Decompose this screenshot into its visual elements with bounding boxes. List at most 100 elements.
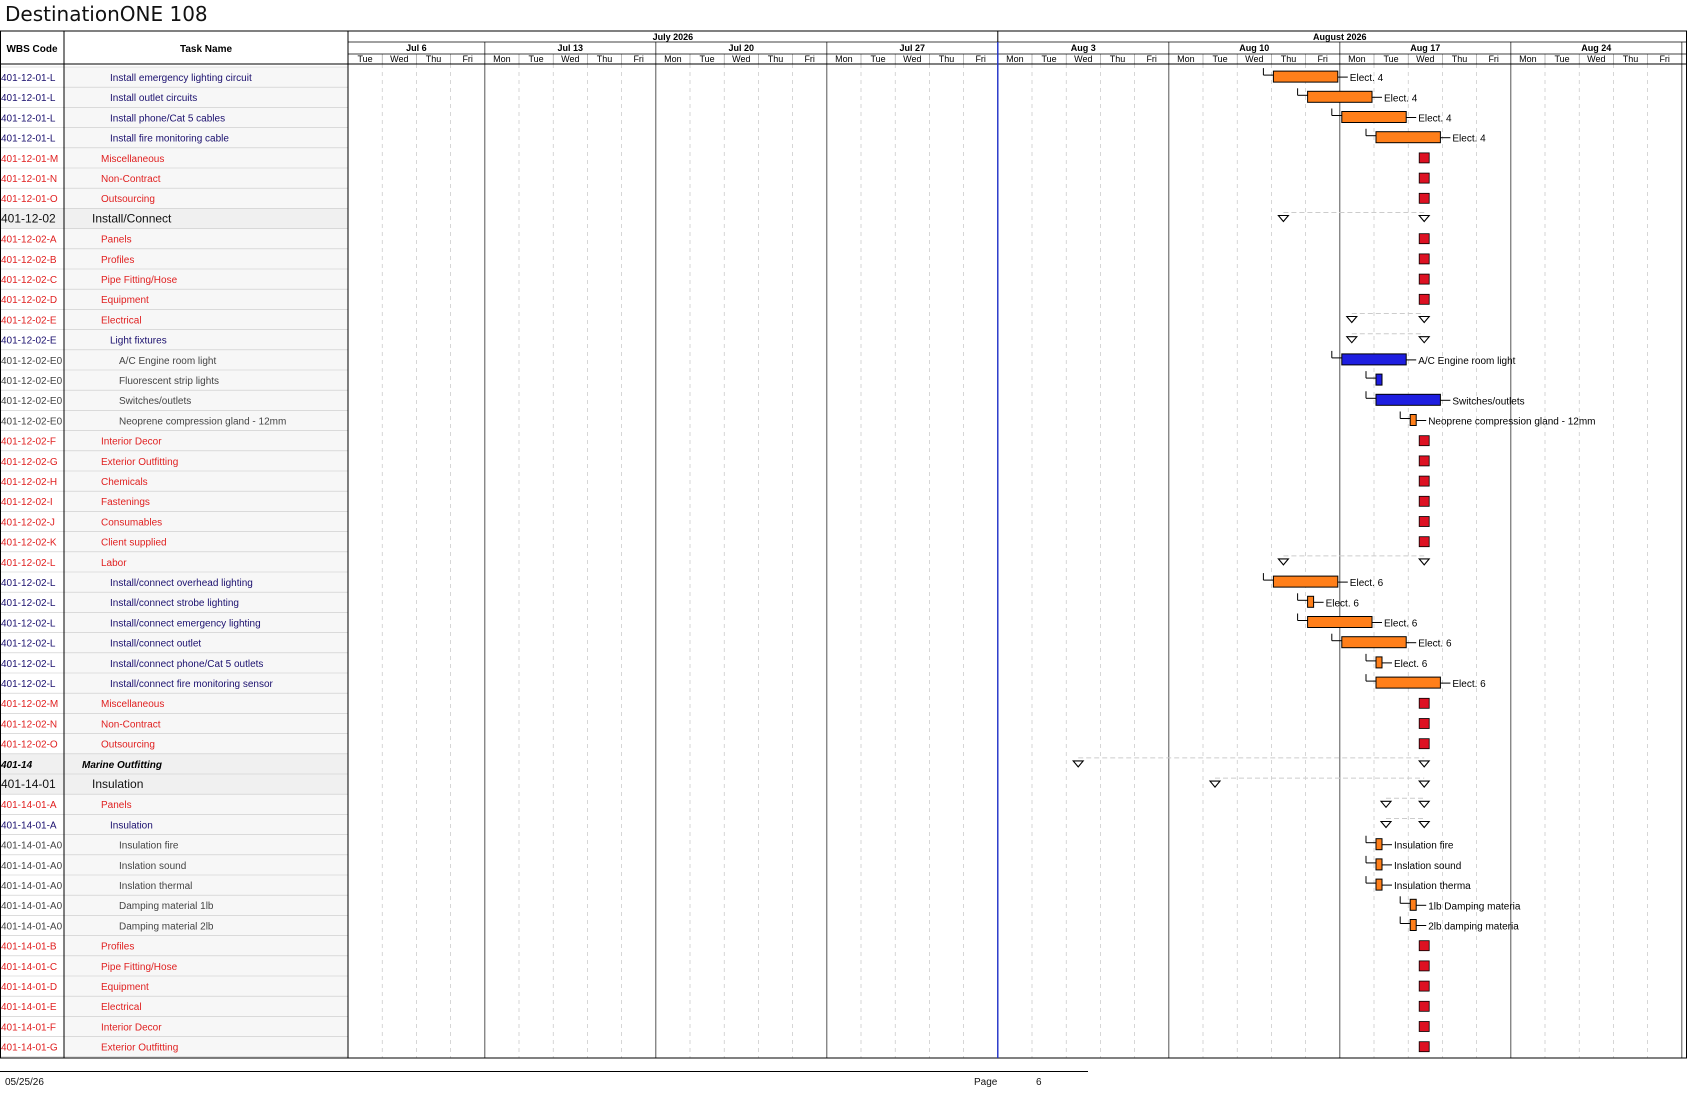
- wbs-code: 401-12-02-D: [1, 295, 57, 306]
- bar-label: Elect. 4: [1452, 134, 1486, 145]
- wbs-code: 401-12-02-B: [1, 255, 57, 266]
- task-bar: [1341, 353, 1407, 366]
- wbs-code: 401-12-02-L: [1, 618, 56, 629]
- milestone-marker: [1418, 435, 1430, 447]
- day-label: Thu: [1281, 54, 1297, 64]
- task-bar: [1307, 616, 1373, 628]
- task-name: Install/connect emergency lighting: [110, 618, 261, 629]
- task-name: Profiles: [101, 255, 134, 266]
- wbs-code: 401-14-01-A0: [1, 861, 63, 872]
- milestone-marker: [1418, 475, 1430, 487]
- day-label: Mon: [664, 54, 682, 64]
- task-name: Fastenings: [101, 497, 150, 508]
- task-bar: [1272, 70, 1339, 83]
- wbs-code: 401-12-01-L: [1, 93, 56, 104]
- week-label: Jul 27: [900, 43, 926, 53]
- day-label: Thu: [1452, 54, 1468, 64]
- wbs-code: 401-12-02-E: [1, 336, 57, 347]
- task-name: Switches/outlets: [119, 396, 191, 407]
- task-name: Insulation: [92, 777, 143, 791]
- task-name: Install/connect overhead lighting: [110, 578, 253, 589]
- wbs-code: 401-14-01-A: [1, 820, 57, 831]
- summary-triangle: [1208, 780, 1222, 788]
- summary-triangle: [1379, 800, 1393, 809]
- week-label: Jul 6: [406, 43, 427, 53]
- task-name: Outsourcing: [101, 194, 155, 205]
- task-cell-bg: [64, 329, 348, 350]
- task-name: Inslation thermal: [119, 881, 192, 892]
- wbs-code: 401-14-01-D: [1, 982, 57, 993]
- day-label: Mon: [493, 54, 511, 64]
- wbs-code: 401-12-02-L: [1, 679, 56, 690]
- summary-triangle: [1379, 820, 1393, 829]
- summary-triangle: [1418, 214, 1431, 223]
- wbs-code: 401-12-02-L: [1, 639, 56, 650]
- wbs-code: 401-12-02-E: [1, 315, 57, 326]
- milestone-marker: [1418, 152, 1430, 164]
- task-name: Exterior Outfitting: [101, 1043, 178, 1054]
- task-name: Panels: [101, 235, 132, 246]
- day-label: Tue: [1213, 54, 1228, 64]
- task-name: Outsourcing: [101, 740, 155, 751]
- wbs-code: 401-12-02-I: [1, 497, 53, 508]
- task-cell-bg: [64, 854, 348, 875]
- task-name: Install outlet circuits: [110, 93, 197, 104]
- task-bar: [1375, 131, 1441, 144]
- wbs-code: 401-12-02-K: [1, 538, 57, 549]
- task-name: Install/connect phone/Cat 5 outlets: [110, 659, 263, 670]
- day-label: Fri: [633, 54, 644, 64]
- task-column-header: Task Name: [180, 44, 233, 55]
- wbs-code: 401-12-02-L: [1, 558, 56, 569]
- task-name: Chemicals: [101, 477, 148, 488]
- wbs-code: 401-12-02-O: [1, 740, 58, 751]
- milestone-marker: [1418, 980, 1430, 992]
- day-label: Wed: [561, 54, 579, 64]
- wbs-code: 401-12-02: [1, 211, 56, 225]
- day-label: Fri: [804, 54, 815, 64]
- week-label: Jul 13: [558, 43, 584, 53]
- wbs-code: 401-12-02-G: [1, 457, 58, 468]
- bar-label: Insulation fire: [1394, 841, 1454, 852]
- task-name: Install fire monitoring cable: [110, 134, 229, 145]
- task-bar: [1375, 676, 1441, 689]
- task-name: Install/connect strobe lighting: [110, 598, 239, 609]
- task-bar: [1375, 656, 1383, 669]
- wbs-code: 401-14-01: [1, 777, 56, 791]
- milestone-marker: [1418, 293, 1430, 305]
- wbs-code: 401-12-02-C: [1, 275, 57, 286]
- summary-triangle: [1418, 780, 1431, 788]
- wbs-code: 401-14-01-A0: [1, 921, 63, 932]
- bar-label: Elect. 6: [1326, 598, 1360, 609]
- wbs-code: 401-14-01-F: [1, 1022, 56, 1033]
- task-cell-bg: [64, 87, 348, 108]
- milestone-marker: [1418, 516, 1430, 527]
- bar-label: Elect. 4: [1350, 73, 1384, 84]
- day-label: Tue: [529, 54, 544, 64]
- task-cell-bg: [64, 814, 348, 835]
- task-name: Miscellaneous: [101, 154, 164, 165]
- month-label: August 2026: [1313, 32, 1367, 42]
- task-name: Profiles: [101, 942, 134, 953]
- task-name: Exterior Outfitting: [101, 457, 178, 468]
- bar-label: A/C Engine room light: [1418, 356, 1515, 367]
- wbs-code: 401-12-02-M: [1, 699, 58, 710]
- milestone-marker: [1418, 536, 1430, 548]
- task-bar: [1341, 636, 1407, 649]
- wbs-code: 401-12-01-L: [1, 73, 56, 84]
- week-label: Aug 24: [1581, 43, 1611, 53]
- task-name: Fluorescent strip lights: [119, 376, 219, 387]
- summary-triangle: [1418, 820, 1431, 829]
- wbs-code: 401-12-02-E0: [1, 416, 63, 427]
- day-label: Wed: [1074, 54, 1092, 64]
- task-name: Client supplied: [101, 538, 167, 549]
- task-name: Non-Contract: [101, 174, 161, 185]
- wbs-code: 401-12-02-E0: [1, 376, 63, 387]
- wbs-code: 401-12-01-N: [1, 174, 57, 185]
- summary-triangle: [1277, 558, 1290, 566]
- milestone-marker: [1418, 1041, 1430, 1053]
- wbs-code: 401-12-02-N: [1, 719, 57, 730]
- bar-label: Elect. 6: [1384, 619, 1418, 630]
- milestone-marker: [1418, 738, 1430, 750]
- task-name: Equipment: [101, 982, 149, 993]
- summary-triangle: [1345, 336, 1358, 344]
